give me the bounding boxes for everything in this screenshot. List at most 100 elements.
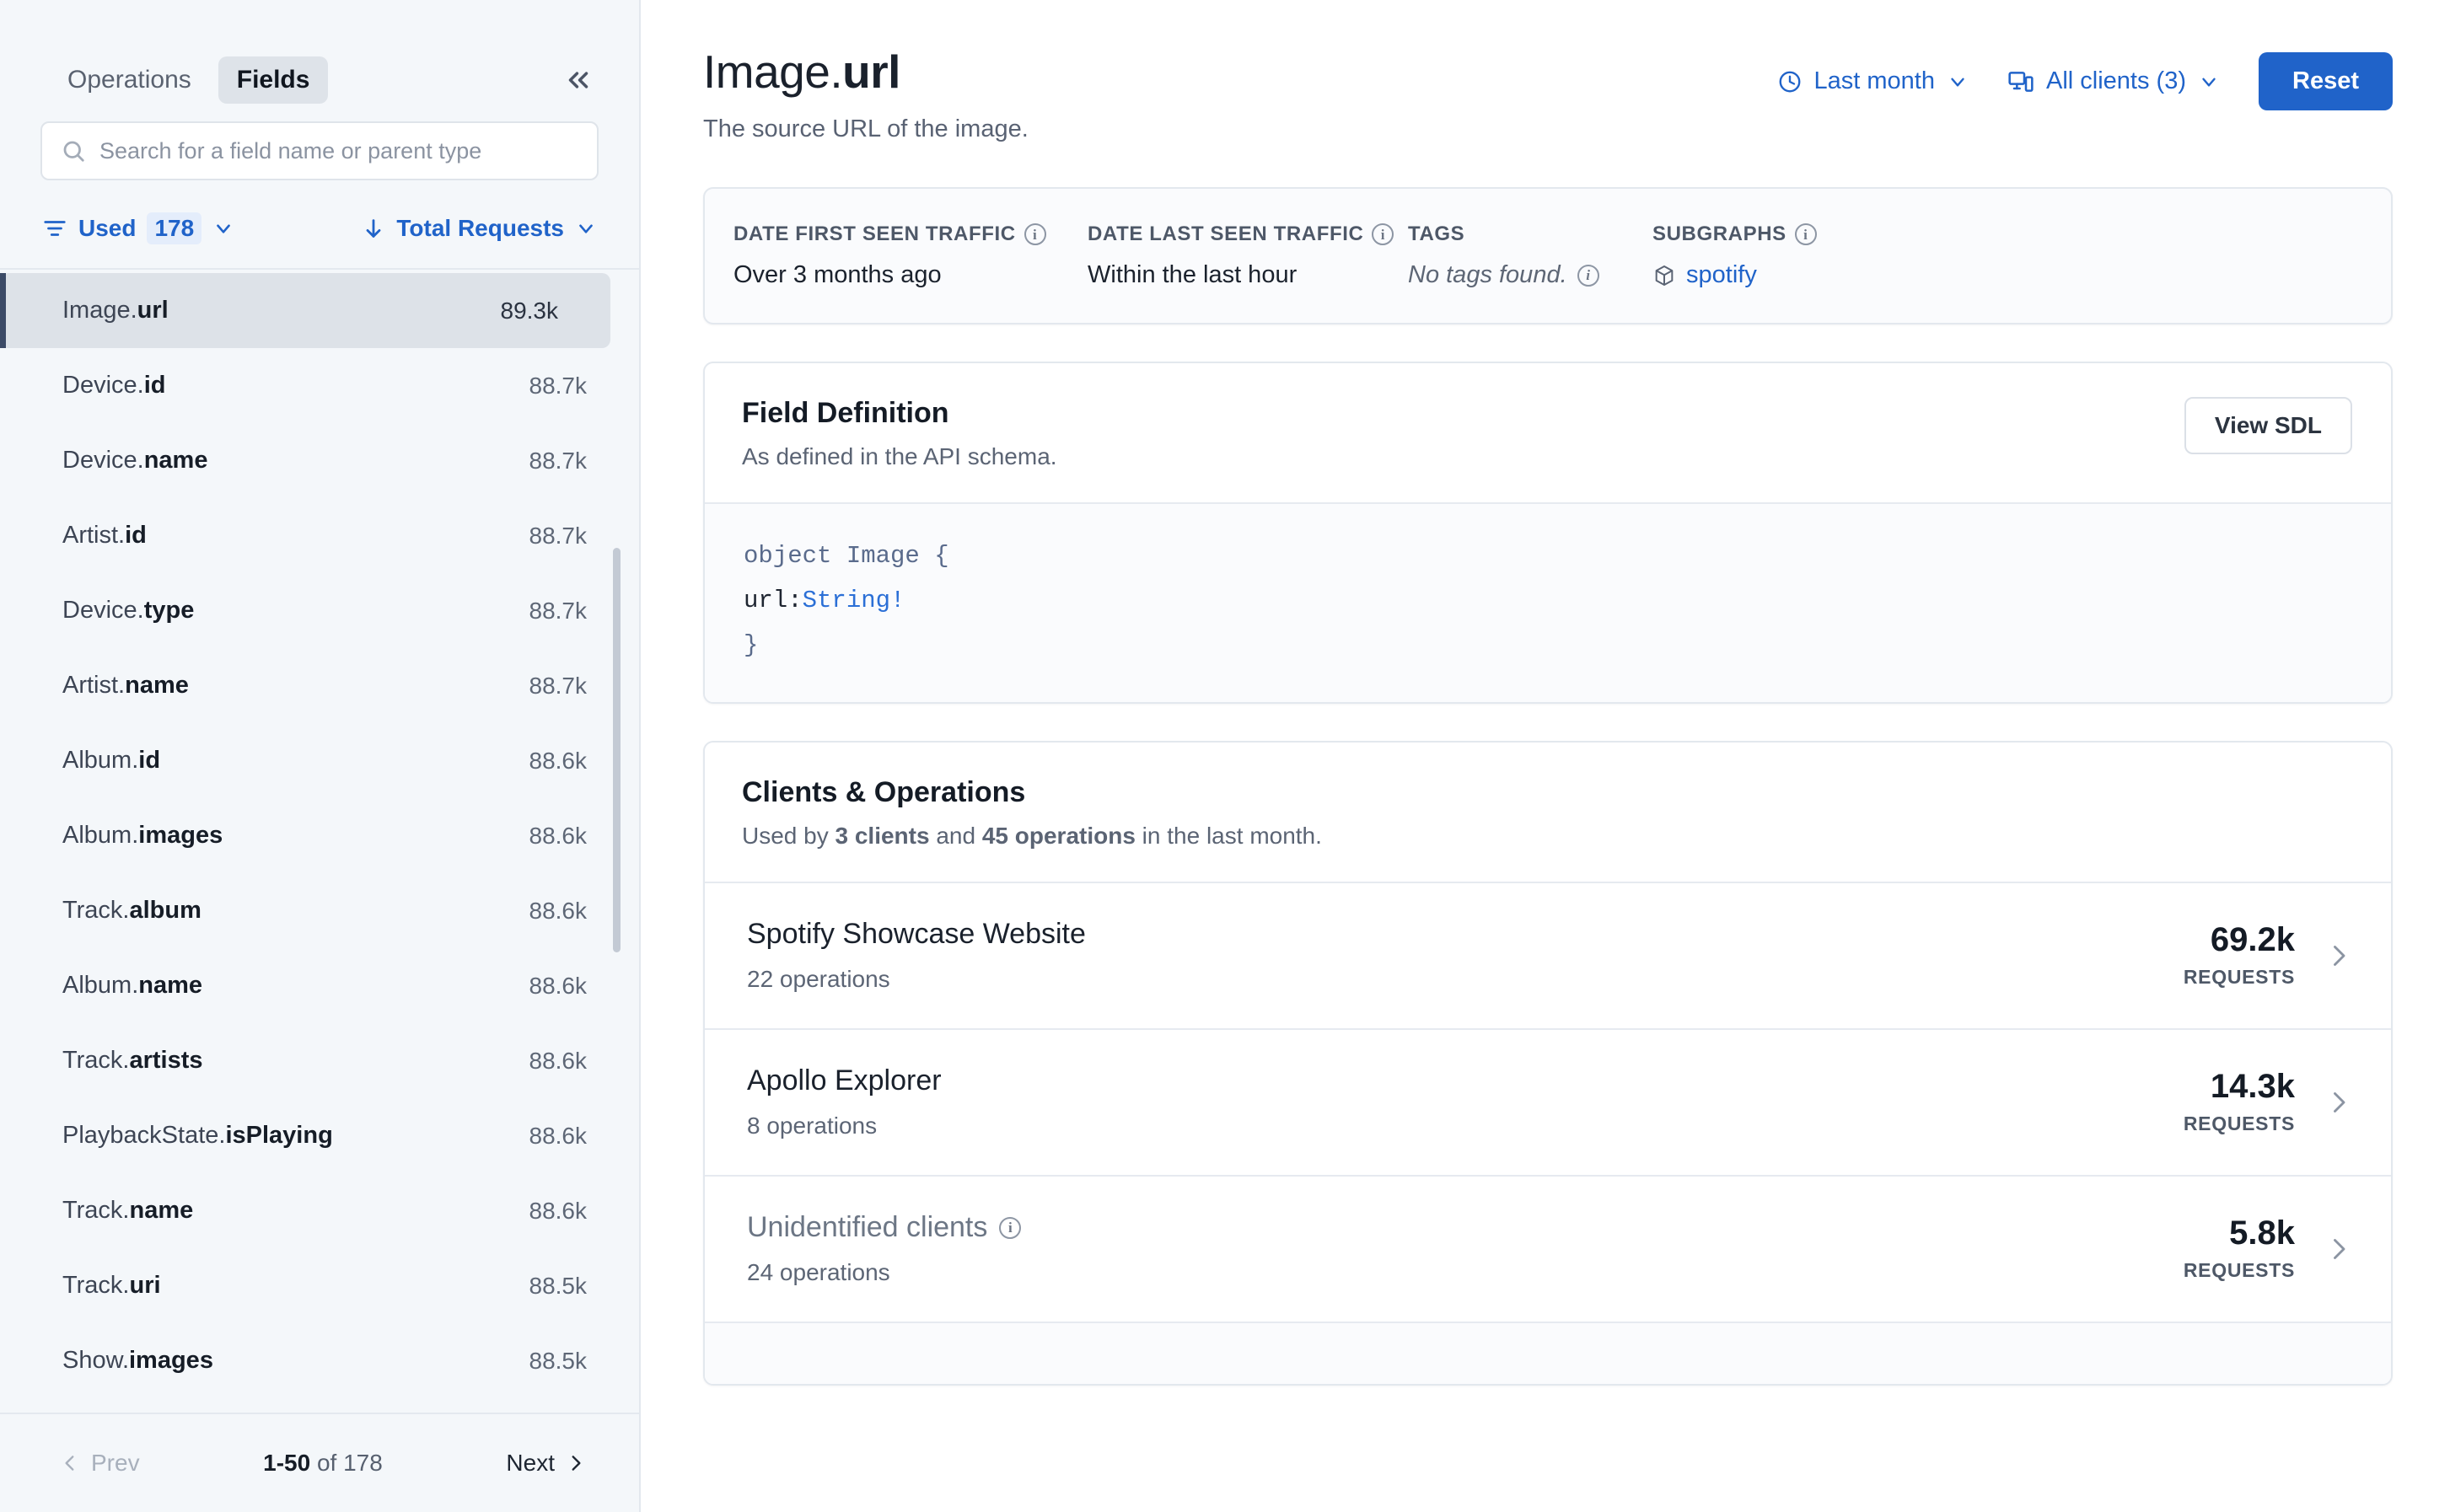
field-count: 88.7k	[529, 448, 588, 475]
clients-summary-clients: 3 clients	[835, 823, 930, 849]
meta-first-seen-label: DATE FIRST SEEN TRAFFIC	[733, 223, 1016, 246]
client-requests-value: 69.2k	[2184, 922, 2295, 957]
subgraph-link[interactable]: spotify	[1686, 261, 1757, 289]
client-requests-block: 69.2k REQUESTS	[2184, 922, 2295, 989]
client-row[interactable]: Unidentified clients i 24 operations 5.8…	[705, 1175, 2391, 1322]
sdl-line-1: object Image {	[744, 534, 2352, 579]
field-list-item[interactable]: Album.id 88.6k	[0, 723, 639, 798]
field-list-item[interactable]: Device.type 88.7k	[0, 573, 639, 648]
sdl-non-null: !	[890, 587, 905, 614]
sort-label: Total Requests	[396, 215, 564, 242]
field-list-item[interactable]: PlaybackState.isPlaying 88.6k	[0, 1098, 639, 1173]
meta-tags-label: TAGS	[1408, 223, 1464, 246]
meta-first-seen-value: Over 3 months ago	[733, 261, 1025, 289]
clients-operations-card: Clients & Operations Used by 3 clients a…	[703, 741, 2393, 1386]
meta-subgraphs-label-row: SUBGRAPHS i	[1652, 223, 1843, 246]
sidebar-header: Operations Fields	[0, 0, 639, 111]
info-icon[interactable]: i	[999, 1217, 1021, 1239]
client-operations-count: 24 operations	[747, 1259, 1021, 1286]
field-list-item[interactable]: Album.name 88.6k	[0, 948, 639, 1023]
view-sdl-button[interactable]: View SDL	[2184, 397, 2352, 454]
search-box[interactable]	[40, 121, 599, 180]
field-list-item[interactable]: Image.url 89.3k	[0, 273, 610, 348]
meta-subgraphs: SUBGRAPHS i spotify	[1624, 223, 1877, 289]
search-icon	[61, 138, 86, 164]
meta-last-seen: DATE LAST SEEN TRAFFIC i Within the last…	[1059, 223, 1379, 289]
search-container	[0, 111, 639, 180]
client-operations-count: 8 operations	[747, 1113, 942, 1139]
chevron-right-icon[interactable]	[2324, 1087, 2354, 1118]
tab-fields[interactable]: Fields	[218, 56, 329, 104]
field-list-item[interactable]: Show.images 88.5k	[0, 1323, 639, 1398]
used-filter-button[interactable]: Used 178	[42, 212, 234, 244]
devices-icon	[2007, 68, 2034, 95]
field-definition-header: Field Definition As defined in the API s…	[705, 363, 2391, 502]
client-name: Apollo Explorer	[747, 1064, 942, 1097]
meta-subgraphs-label: SUBGRAPHS	[1652, 223, 1786, 246]
field-list-item[interactable]: Track.album 88.6k	[0, 873, 639, 948]
field-list-item[interactable]: Device.id 88.7k	[0, 348, 639, 423]
page-title: Image.url	[703, 46, 1029, 99]
chevron-right-icon[interactable]	[2324, 1234, 2354, 1264]
filter-lines-icon	[42, 216, 67, 241]
search-input[interactable]	[99, 138, 578, 164]
time-range-filter[interactable]: Last month	[1777, 67, 1969, 95]
clock-icon	[1777, 69, 1803, 94]
field-name: Track.album	[62, 897, 201, 925]
clients-filter[interactable]: All clients (3)	[2007, 67, 2220, 95]
meta-tags-value-row: No tags found. i	[1408, 261, 1590, 289]
field-name: Track.name	[62, 1197, 193, 1225]
meta-first-seen: DATE FIRST SEEN TRAFFIC i Over 3 months …	[705, 223, 1059, 289]
info-icon[interactable]: i	[1577, 265, 1599, 287]
field-list: Image.url 89.3k Device.id 88.7k Device.n…	[0, 268, 639, 1413]
field-name: Album.name	[62, 972, 202, 1000]
client-requests-value: 14.3k	[2184, 1069, 2295, 1104]
clients-title: Clients & Operations	[742, 776, 2352, 809]
field-list-item[interactable]: Device.name 88.7k	[0, 423, 639, 498]
client-metrics: 14.3k REQUESTS	[2184, 1069, 2354, 1135]
client-row[interactable]: Spotify Showcase Website 22 operations 6…	[705, 882, 2391, 1028]
sidebar-tabs: Operations Fields	[49, 56, 328, 104]
client-info: Unidentified clients i 24 operations	[747, 1211, 1021, 1286]
client-name: Unidentified clients	[747, 1211, 987, 1244]
field-list-item[interactable]: Album.images 88.6k	[0, 798, 639, 873]
field-list-item[interactable]: Artist.name 88.7k	[0, 648, 639, 723]
field-list-item[interactable]: Track.name 88.6k	[0, 1173, 639, 1248]
field-name: Image.url	[62, 297, 169, 324]
field-list-scrollbar[interactable]	[613, 548, 621, 952]
field-list-item[interactable]: Artist.id 88.7k	[0, 498, 639, 573]
meta-last-seen-value: Within the last hour	[1088, 261, 1346, 289]
client-name: Spotify Showcase Website	[747, 918, 1086, 951]
sdl-line-3: }	[744, 624, 2352, 668]
client-requests-block: 5.8k REQUESTS	[2184, 1215, 2295, 1282]
clients-header: Clients & Operations Used by 3 clients a…	[705, 743, 2391, 882]
field-count: 88.7k	[529, 373, 588, 399]
chevron-right-icon[interactable]	[2324, 941, 2354, 971]
meta-tags: TAGS No tags found. i	[1379, 223, 1624, 289]
info-icon[interactable]: i	[1024, 223, 1046, 245]
field-count: 88.5k	[529, 1273, 588, 1300]
chevron-double-left-icon[interactable]	[555, 56, 602, 104]
prev-page-button[interactable]: Prev	[59, 1450, 140, 1477]
chevron-left-icon	[59, 1452, 81, 1474]
field-name: Device.id	[62, 372, 165, 399]
field-definition-subtitle: As defined in the API schema.	[742, 443, 1057, 470]
reset-button[interactable]: Reset	[2259, 52, 2393, 110]
page-subtitle: The source URL of the image.	[703, 115, 1029, 143]
field-list-item[interactable]: Track.uri 88.5k	[0, 1248, 639, 1323]
field-count: 88.7k	[529, 673, 588, 700]
field-name: Album.id	[62, 747, 160, 775]
sdl-closing-brace: }	[744, 631, 758, 659]
sort-button[interactable]: Total Requests	[362, 215, 597, 242]
client-requests-block: 14.3k REQUESTS	[2184, 1069, 2295, 1135]
next-page-button[interactable]: Next	[506, 1450, 587, 1477]
meta-first-seen-label-row: DATE FIRST SEEN TRAFFIC i	[733, 223, 1025, 246]
client-row[interactable]: Apollo Explorer 8 operations 14.3k REQUE…	[705, 1028, 2391, 1175]
tab-operations[interactable]: Operations	[49, 56, 210, 104]
field-count: 88.5k	[529, 1348, 588, 1375]
clients-summary-operations: 45 operations	[982, 823, 1136, 849]
client-operations-count: 22 operations	[747, 966, 1086, 993]
info-icon[interactable]: i	[1795, 223, 1817, 245]
field-count: 88.6k	[529, 823, 588, 850]
field-list-item[interactable]: Track.artists 88.6k	[0, 1023, 639, 1098]
